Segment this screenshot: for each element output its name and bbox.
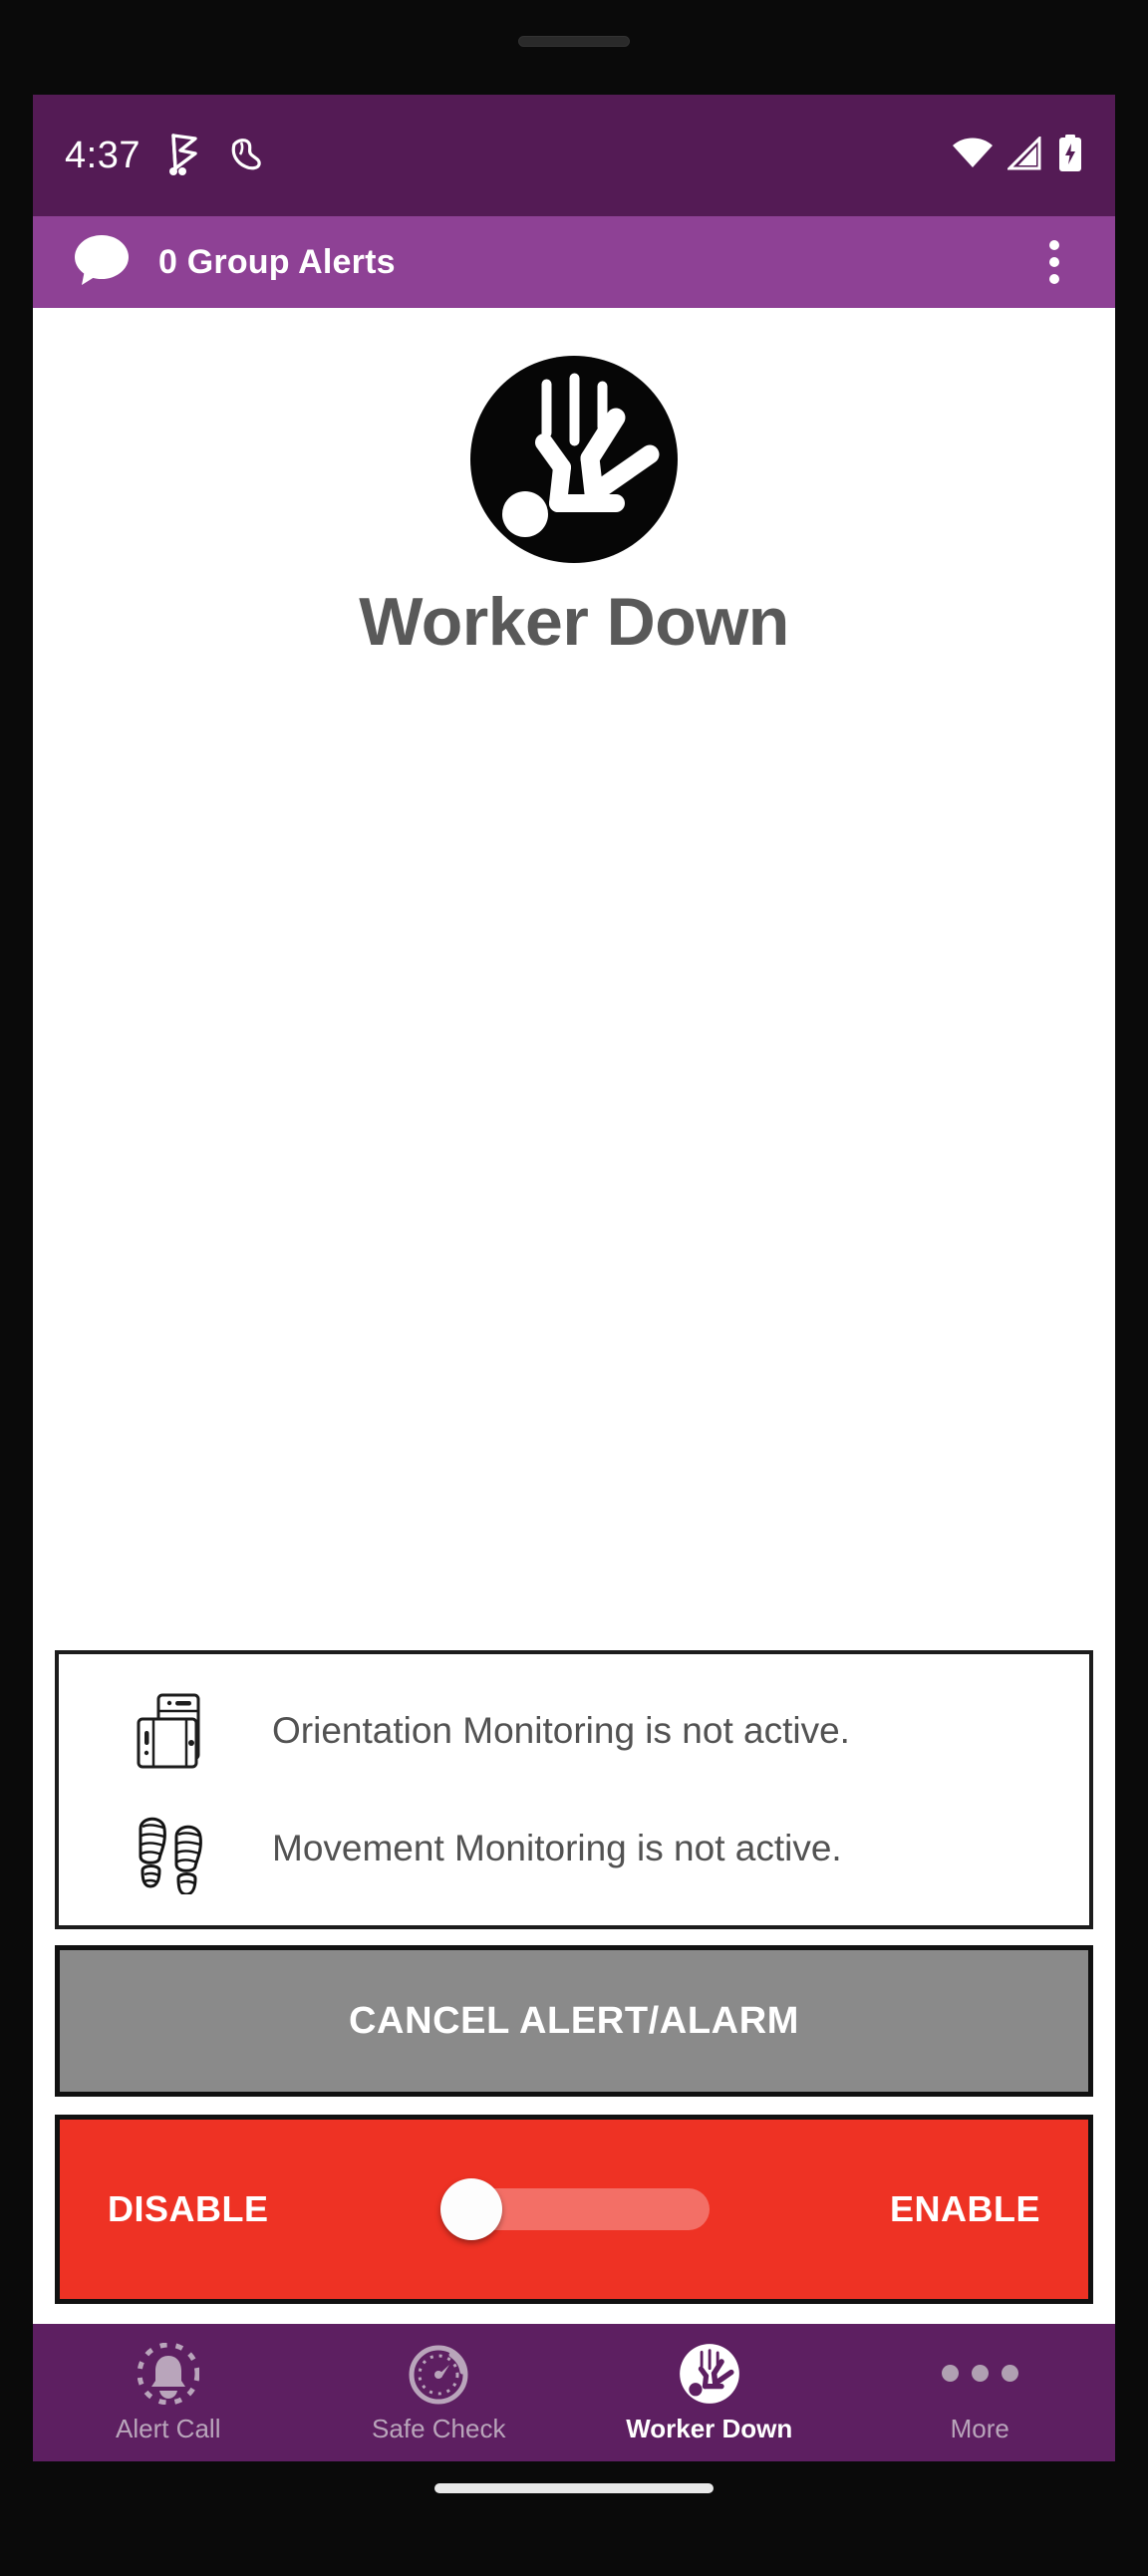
cancel-alert-alarm-button[interactable]: CANCEL ALERT/ALARM [55,1945,1093,2097]
overflow-dot [1049,274,1059,284]
bell-alert-icon [137,2342,199,2406]
more-vertical-icon[interactable] [1019,227,1089,297]
nav-label: More [950,2413,1009,2443]
app-bar: 0 Group Alerts [33,216,1115,308]
more-horizontal-icon [941,2342,1018,2406]
speech-bubble-icon[interactable] [73,234,131,291]
switch-track [470,2188,710,2230]
status-bar-left: 4:37 [65,132,266,180]
device-orientation-icon [121,1685,224,1777]
monitoring-status-panel: Orientation Monitoring is not active. Mo… [55,1650,1093,1929]
overflow-dot [1049,240,1059,250]
more-dot [941,2365,959,2382]
monitoring-status-text: Orientation Monitoring is not active. [272,1710,850,1751]
nav-label: Worker Down [626,2413,793,2443]
timer-gauge-icon [408,2342,469,2406]
monitoring-row-movement: Movement Monitoring is not active. [59,1790,1089,1907]
page-title: Worker Down [359,584,789,660]
wifi-icon [952,137,994,175]
nav-item-safe-check[interactable]: Safe Check [304,2342,575,2444]
phone-top-bezel [0,0,1148,95]
nav-item-more[interactable]: More [845,2342,1116,2444]
flag-icon [162,132,202,180]
monitoring-row-orientation: Orientation Monitoring is not active. [59,1672,1089,1790]
home-gesture-bar[interactable] [434,2483,714,2493]
cellular-signal-icon [1005,134,1043,175]
worker-down-icon [679,2342,740,2406]
status-time: 4:37 [65,134,141,176]
more-dot [971,2365,989,2382]
more-dot [1001,2365,1018,2382]
overflow-dot [1049,257,1059,267]
footprints-icon [121,1803,224,1894]
system-gesture-area [33,2461,1115,2576]
phone-frame: 4:37 0 Group Alerts Worker Down Orientat… [0,0,1148,2576]
app-bar-title: 0 Group Alerts [158,242,396,281]
status-bar-right [952,134,1083,177]
battery-charging-icon [1057,134,1083,177]
content-bottom-gap [33,2304,1115,2324]
monitoring-status-text: Movement Monitoring is not active. [272,1828,842,1868]
worker-down-enable-switch[interactable] [440,2174,710,2244]
phone-screen: 4:37 0 Group Alerts Worker Down Orientat… [33,95,1115,2461]
nav-label: Alert Call [116,2413,221,2443]
shoe-icon [224,133,266,179]
nav-label: Safe Check [372,2413,506,2443]
worker-down-icon [466,352,682,567]
switch-thumb[interactable] [440,2178,502,2240]
earpiece-speaker [518,36,630,47]
status-bar: 4:37 [33,95,1115,216]
main-content: Worker Down Orientation Monitoring is no… [33,308,1115,2461]
hero-block: Worker Down [33,308,1115,661]
cancel-alert-alarm-label: CANCEL ALERT/ALARM [349,1999,799,2042]
nav-item-worker-down[interactable]: Worker Down [574,2342,845,2444]
nav-item-alert-call[interactable]: Alert Call [33,2342,304,2444]
enable-disable-toggle-panel[interactable]: DISABLE ENABLE [55,2115,1093,2304]
bottom-navigation-bar: Alert Call Safe Check Worker Down More [33,2324,1115,2461]
enable-label: ENABLE [889,2188,1040,2229]
disable-label: DISABLE [108,2188,269,2229]
